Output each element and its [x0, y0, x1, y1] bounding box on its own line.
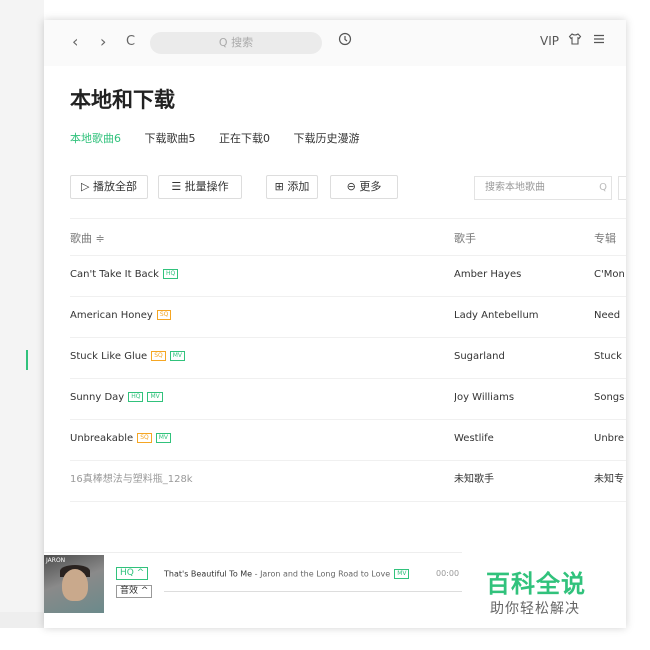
table-row[interactable]: 16真棒想法与塑料瓶_128k 未知歌手 未知专 — [70, 460, 626, 502]
tab-bar: 本地歌曲6 下载歌曲5 正在下载0 下载历史漫游 — [70, 130, 380, 146]
quality-selector[interactable]: HQ ^ — [116, 567, 149, 580]
header-album: 专辑 — [594, 232, 616, 245]
play-time: 00:00 — [436, 569, 460, 578]
more-button[interactable]: ⊖ 更多 — [330, 175, 398, 199]
table-row[interactable]: Stuck Like Glue SQ MV Sugarland Stuck — [70, 337, 626, 379]
album-name[interactable]: Unbre — [594, 419, 626, 459]
table-row[interactable]: American Honey SQ Lady Antebellum Need — [70, 296, 626, 338]
header-artist: 歌手 — [454, 232, 476, 245]
shirt-icon[interactable] — [568, 32, 582, 53]
extra-toolbar-button[interactable] — [618, 176, 626, 200]
watermark-title: 百科全说 — [486, 570, 586, 598]
music-app-window: ‹ › C Q 搜索 VIP 本地和下载 本地歌曲6 下载歌曲5 正在下载0 下… — [44, 20, 626, 628]
watermark-subtitle: 助你轻松解决 — [490, 601, 580, 617]
mv-badge[interactable]: MV — [147, 392, 163, 402]
album-name[interactable]: 未知专 — [594, 460, 626, 500]
hq-badge: HQ — [162, 269, 179, 279]
table-row[interactable]: Unbreakable SQ MV Westlife Unbre — [70, 419, 626, 461]
song-title: Stuck Like Glue — [70, 351, 148, 362]
table-row[interactable]: Sunny Day HQ MV Joy Williams Songs — [70, 378, 626, 420]
sq-badge: SQ — [137, 433, 152, 443]
now-playing: That's Beautiful To Me - Jaron and the L… — [164, 569, 410, 579]
page-title: 本地和下载 — [70, 88, 175, 112]
song-title: American Honey — [70, 310, 153, 321]
add-button[interactable]: ⊞ 添加 — [266, 175, 318, 199]
table-row[interactable]: Can't Take It Back HQ Amber Hayes C'Mon — [70, 255, 626, 297]
album-name[interactable]: Need — [594, 296, 626, 336]
vip-button[interactable]: VIP — [540, 34, 559, 48]
artist-name[interactable]: Joy Williams — [454, 378, 574, 418]
cover-face — [62, 569, 88, 601]
cover-text: JARON — [46, 557, 66, 564]
play-all-button[interactable]: ▷ 播放全部 — [70, 175, 148, 199]
left-sidebar-strip — [0, 0, 44, 612]
track-title[interactable]: That's Beautiful To Me — [164, 570, 252, 579]
header-song[interactable]: 歌曲 ≑ — [70, 219, 430, 259]
batch-operation-button[interactable]: ☰ 批量操作 — [158, 175, 242, 199]
artist-name[interactable]: Sugarland — [454, 337, 574, 377]
mv-badge[interactable]: MV — [155, 433, 172, 443]
tab-download-history[interactable]: 下载历史漫游 — [294, 132, 360, 145]
top-bar: ‹ › C Q 搜索 VIP — [44, 20, 626, 66]
watermark: 百科全说 助你轻松解决 — [462, 548, 626, 628]
search-input[interactable]: Q 搜索 — [150, 32, 322, 54]
tab-downloaded-songs[interactable]: 下载歌曲5 — [145, 132, 196, 145]
refresh-button[interactable]: C — [126, 31, 135, 53]
hq-badge: HQ — [128, 392, 144, 402]
song-title: Unbreakable — [70, 433, 134, 444]
menu-icon[interactable] — [592, 32, 606, 53]
mv-badge[interactable]: MV — [394, 569, 410, 579]
local-search-placeholder: 搜索本地歌曲 — [485, 182, 545, 193]
sq-badge: SQ — [156, 310, 172, 320]
search-icon[interactable]: Q — [593, 177, 613, 199]
mv-badge[interactable]: MV — [169, 351, 186, 361]
song-title: Can't Take It Back — [70, 269, 159, 280]
song-title: 16真棒想法与塑料瓶_128k — [70, 474, 193, 485]
artist-name[interactable]: Westlife — [454, 419, 574, 459]
bottom-strip — [0, 612, 44, 628]
track-artist[interactable]: - Jaron and the Long Road to Love — [252, 570, 391, 579]
local-search-input[interactable]: 搜索本地歌曲 Q — [474, 176, 612, 200]
album-name[interactable]: C'Mon — [594, 255, 626, 295]
artist-name[interactable]: Amber Hayes — [454, 255, 574, 295]
artist-name[interactable]: 未知歌手 — [454, 460, 574, 500]
back-button[interactable]: ‹ — [72, 31, 78, 53]
tab-downloading[interactable]: 正在下载0 — [219, 132, 270, 145]
sound-effect-button[interactable]: 音效 ^ — [116, 585, 153, 598]
artist-name[interactable]: Lady Antebellum — [454, 296, 574, 336]
clock-icon[interactable] — [338, 32, 352, 53]
tab-local-songs[interactable]: 本地歌曲6 — [70, 132, 121, 145]
forward-button[interactable]: › — [100, 31, 106, 53]
album-name[interactable]: Stuck — [594, 337, 626, 377]
sidebar-active-marker — [26, 350, 28, 370]
table-header: 歌曲 ≑ 歌手 专辑 — [70, 218, 626, 256]
album-name[interactable]: Songs — [594, 378, 626, 418]
album-cover[interactable]: JARON — [44, 555, 104, 613]
song-title: Sunny Day — [70, 392, 125, 403]
progress-bar[interactable] — [164, 591, 464, 592]
sq-badge: SQ — [151, 351, 166, 361]
